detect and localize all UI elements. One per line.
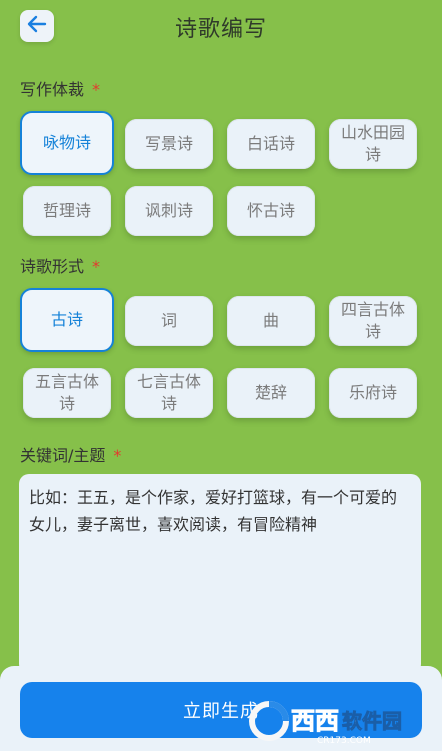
genre-chip-fengcishi[interactable]: 讽刺诗 xyxy=(125,186,213,236)
page-title: 诗歌编写 xyxy=(174,17,267,42)
required-mark: * xyxy=(92,80,101,99)
svg-text:软件园: 软件园 xyxy=(342,709,402,733)
genre-chip-shanshuitianyuanshi[interactable]: 山水田园诗 xyxy=(329,119,417,169)
form-section-label: 诗歌形式 * xyxy=(20,253,100,277)
watermark-logo: 西西 软件园 CR173.COM xyxy=(247,696,442,746)
keywords-section-label: 关键词/主题 * xyxy=(20,442,121,466)
keywords-label-text: 关键词/主题 xyxy=(20,446,106,465)
keywords-textarea[interactable]: 比如：王五，是个作家，爱好打篮球，有一个可爱的女儿，妻子离世，喜欢阅读，有冒险精… xyxy=(19,474,421,674)
genre-chip-zhelishi[interactable]: 哲理诗 xyxy=(23,186,111,236)
genre-chip-yongwushi[interactable]: 咏物诗 xyxy=(20,111,114,175)
form-chip-chuci[interactable]: 楚辞 xyxy=(227,368,315,418)
genre-chip-baihuashi[interactable]: 白话诗 xyxy=(227,119,315,169)
form-chip-gushi[interactable]: 古诗 xyxy=(20,288,114,352)
form-chip-wuyangutishi[interactable]: 五言古体诗 xyxy=(23,368,111,418)
form-chip-qu[interactable]: 曲 xyxy=(227,296,315,346)
form-chip-qiyangutishi[interactable]: 七言古体诗 xyxy=(125,368,213,418)
form-chip-yuefushi[interactable]: 乐府诗 xyxy=(329,368,417,418)
required-mark: * xyxy=(92,257,101,276)
genre-label-text: 写作体裁 xyxy=(20,80,85,99)
header: 诗歌编写 xyxy=(0,0,442,50)
required-mark: * xyxy=(113,446,122,465)
genre-section-label: 写作体裁 * xyxy=(20,76,100,100)
form-chip-siyangutishi[interactable]: 四言古体诗 xyxy=(329,296,417,346)
form-chip-ci[interactable]: 词 xyxy=(125,296,213,346)
genre-chip-huaigushi[interactable]: 怀古诗 xyxy=(227,186,315,236)
svg-text:CR173.COM: CR173.COM xyxy=(317,736,371,746)
genre-chip-xiejingshi[interactable]: 写景诗 xyxy=(125,119,213,169)
svg-text:西西: 西西 xyxy=(291,707,339,735)
keywords-placeholder: 比如：王五，是个作家，爱好打篮球，有一个可爱的女儿，妻子离世，喜欢阅读，有冒险精… xyxy=(29,488,398,534)
form-label-text: 诗歌形式 xyxy=(20,257,85,276)
